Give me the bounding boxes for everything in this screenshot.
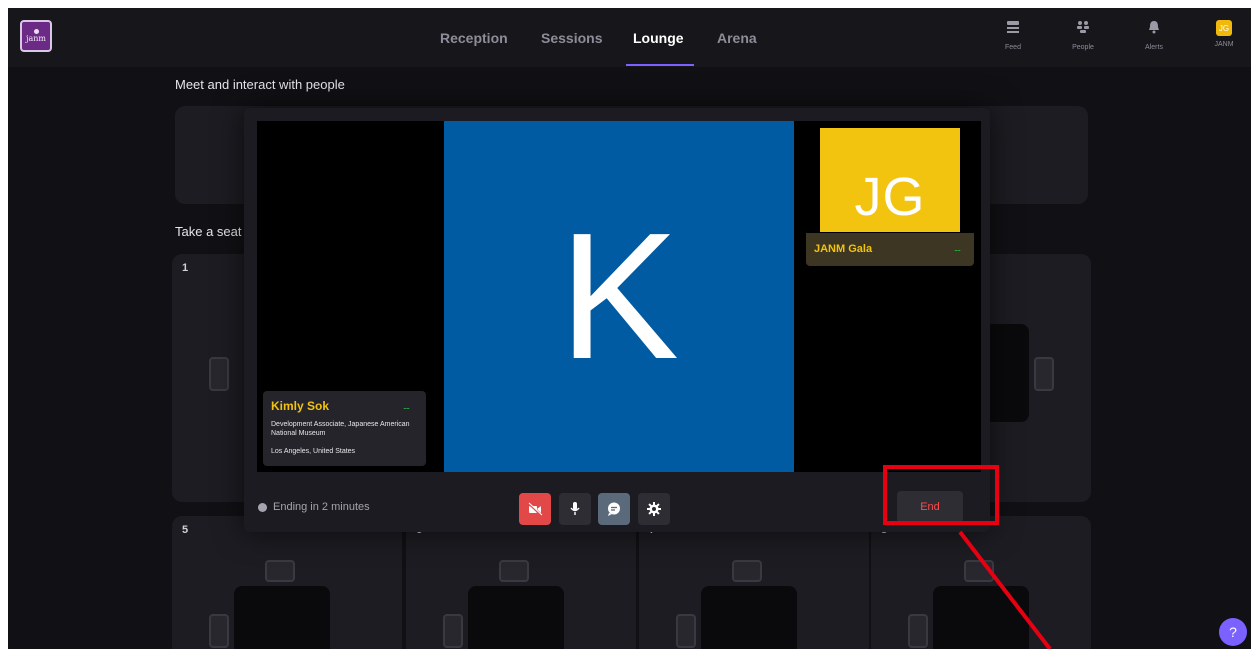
arrow-annotation [958,530,1052,649]
